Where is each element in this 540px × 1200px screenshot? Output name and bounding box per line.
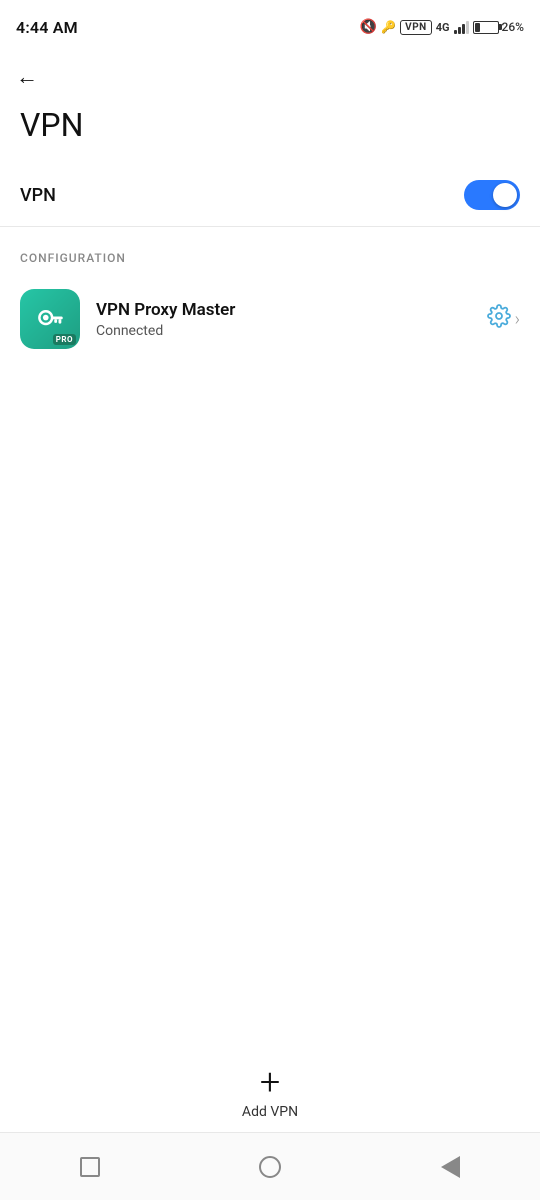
nav-recents-button[interactable] — [62, 1139, 118, 1195]
add-vpn-label: Add VPN — [242, 1104, 298, 1120]
nav-home-button[interactable] — [242, 1139, 298, 1195]
back-triangle-icon — [441, 1156, 460, 1178]
signal-bars — [454, 20, 469, 34]
vpn-app-status: Connected — [96, 323, 471, 339]
toggle-knob — [493, 183, 517, 207]
recents-square-icon — [80, 1157, 100, 1177]
configuration-section-label: CONFIGURATION — [0, 227, 540, 275]
key-icon — [33, 302, 67, 336]
vpn-app-row: PRO VPN Proxy Master Connected › — [0, 275, 540, 363]
key-status-icon: 🔑 — [381, 20, 396, 34]
add-vpn-plus-icon: + — [260, 1064, 280, 1100]
back-arrow-icon: ← — [16, 65, 38, 90]
mute-icon: 🔇 — [360, 19, 377, 35]
back-button[interactable]: ← — [0, 52, 540, 98]
page-title: VPN — [0, 98, 540, 164]
battery-icon — [473, 21, 499, 34]
status-time: 4:44 AM — [16, 18, 78, 37]
status-bar: 4:44 AM 🔇 🔑 VPN 4G 26% — [0, 0, 540, 52]
pro-badge: PRO — [53, 334, 76, 345]
vpn-toggle-row: VPN — [0, 164, 540, 227]
vpn-toggle-label: VPN — [20, 185, 56, 206]
battery-container: 26% — [473, 20, 524, 34]
vpn-toggle-switch[interactable] — [464, 180, 520, 210]
network-4g-label: 4G — [436, 21, 450, 34]
settings-gear-icon[interactable] — [487, 304, 511, 334]
vpn-app-info: VPN Proxy Master Connected — [96, 300, 471, 339]
chevron-right-icon: › — [515, 309, 520, 330]
bottom-navigation — [0, 1132, 540, 1200]
vpn-app-actions: › — [487, 304, 520, 334]
battery-fill — [475, 23, 481, 32]
add-vpn-button[interactable]: + Add VPN — [242, 1064, 298, 1120]
status-icons: 🔇 🔑 VPN 4G 26% — [360, 19, 524, 35]
vpn-status-badge: VPN — [400, 20, 432, 35]
nav-back-button[interactable] — [422, 1139, 478, 1195]
vpn-app-icon: PRO — [20, 289, 80, 349]
home-circle-icon — [259, 1156, 281, 1178]
vpn-app-name: VPN Proxy Master — [96, 300, 471, 320]
battery-percent: 26% — [502, 20, 524, 34]
